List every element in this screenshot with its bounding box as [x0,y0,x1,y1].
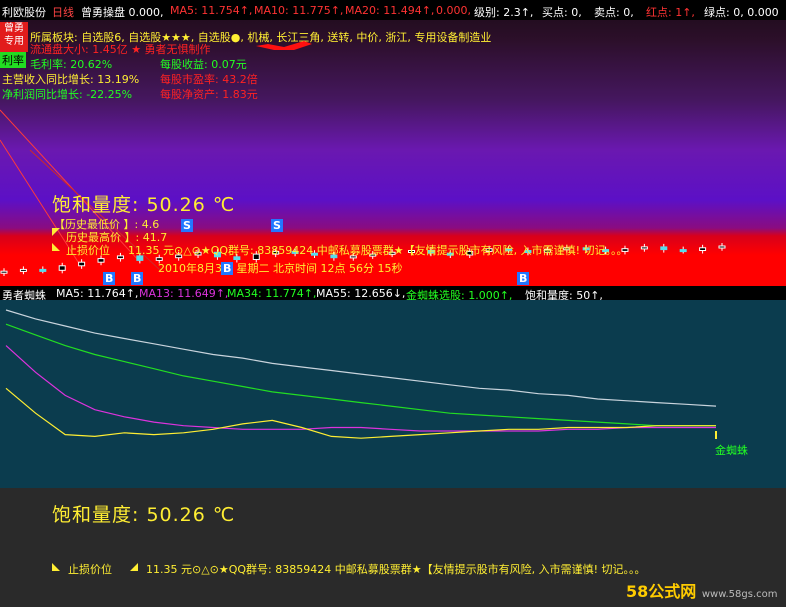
date-time-line: 2010年8月3日 星期二 北京时间 12点 56分 15秒 [158,262,403,275]
eps: 每股收益: 0.07元 [160,58,247,71]
candle [39,268,47,272]
buy-mark-3[interactable]: B [221,262,234,275]
ma10-readout: MA10: 11.775↑, [254,4,344,17]
qq-ad-line: 11.35 元⊙△⊙★QQ群号: 83859424 中邮私募股票群★【友情提示股… [128,244,628,257]
lower-ma13: MA13: 11.649↑, [139,287,229,300]
watermark-brand: 58公式网 [626,582,697,601]
buy-mark-4[interactable]: B [517,272,530,285]
buy-mark-2[interactable]: B [131,272,144,285]
candle [660,246,668,251]
stop-loss-marker [52,243,60,251]
candle [19,268,27,272]
bottom-saturation: 饱和量度: 50.26 ℃ [52,504,236,526]
site-watermark: 58公式网 www.58gs.com [626,578,777,602]
green-line [5,323,716,427]
indicator-name[interactable]: 曾勇操盘 0.000, [81,4,163,20]
indicator-lines [5,309,717,439]
badge-line-2: 专用 [4,36,24,47]
ma20-readout: MA20: 11.494↑, [345,4,435,17]
sell-mark-1[interactable]: S [181,219,193,232]
corner-marker-1 [52,228,60,236]
gross-margin: 毛利率: 20.62% [30,58,113,71]
red-point-readout: 红点: 1↑, [646,6,695,19]
white-line [5,309,717,407]
circulation-info: 流通盘大小: 1.45亿 ★ 勇者无惧制作 [30,43,211,56]
sell-readout: 卖点: 0, [594,6,634,19]
badge-line-1: 曾勇 [4,23,24,34]
candle [679,249,687,253]
watermark-url: www.58gs.com [701,589,778,600]
buy-readout: 买点: 0, [542,6,582,19]
zero-readout: 0.000, [436,4,471,17]
bottom-qq-ad: 11.35 元⊙△⊙★QQ群号: 83859424 中邮私募股票群★【友情提示股… [146,563,646,576]
lower-ma55: MA55: 12.656↓, [316,287,406,300]
stop-loss-label: 止损价位 [66,244,110,257]
green-point-readout: 绿点: 0, 0.000 [704,6,779,19]
candle [116,255,124,260]
net-asset: 每股净资产: 1.83元 [160,88,258,101]
lower-ma34: MA34: 11.774↑, [227,287,317,300]
spider-legend: 金蜘蛛 [715,444,748,457]
level-readout: 级别: 2.3↑, [474,6,534,19]
candle [97,258,105,263]
bottom-stop-loss: 止损价位 [68,563,112,576]
candle [640,246,648,250]
green-tag: 利率 [0,52,26,68]
candle [78,261,86,267]
period-label[interactable]: 日线 [52,4,74,20]
author-badge: 曾勇 专用 [0,22,28,52]
bottom-ad-marker [130,563,138,571]
candle [58,265,66,271]
buy-mark-1[interactable]: B [103,272,116,285]
spider-chart-svg [5,309,717,439]
lower-ma5: MA5: 11.764↑, [56,287,139,300]
yellow-line [5,387,716,439]
saturation-readout: 饱和量度: 50.26 ℃ [52,194,236,216]
top-status-bar: 利欧股份 日线 曾勇操盘 0.000, MA5: 11.754↑, MA10: … [0,0,786,20]
revenue-growth: 主营收入同比增长: 13.19% [2,73,140,86]
candle [0,270,8,274]
pe-ratio: 每股市盈率: 43.2倍 [160,73,258,86]
stock-name[interactable]: 利欧股份 [2,4,46,20]
profit-growth: 净利润同比增长: -22.25% [2,88,133,101]
candle [718,245,726,249]
ma5-readout: MA5: 11.754↑, [170,4,253,17]
bottom-stop-marker [52,563,60,571]
candle [699,247,707,252]
red-brush-decoration [256,41,312,50]
sell-mark-2[interactable]: S [271,219,283,232]
indicator-title-bar: 勇者蜘蛛 MA5: 11.764↑, MA13: 11.649↑, MA34: … [0,286,786,302]
spider-indicator-panel[interactable]: 金蜘蛛 [0,300,786,488]
